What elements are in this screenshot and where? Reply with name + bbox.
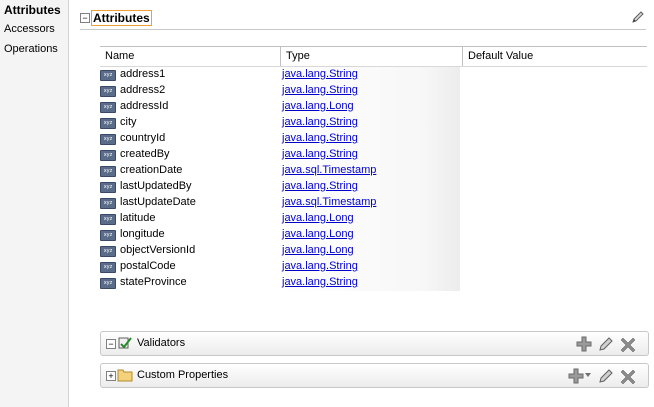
validators-title: Validators [137,337,186,349]
table-row[interactable]: xyz address2 java.lang.String [100,83,460,99]
validators-panel: − Validators [100,331,649,356]
validator-icon [118,337,132,349]
attribute-name[interactable]: lastUpdatedBy [120,180,192,192]
table-row[interactable]: xyz lastUpdatedBy java.lang.String [100,179,460,195]
attribute-icon: xyz [100,230,116,241]
pencil-icon[interactable] [597,367,615,385]
attribute-name[interactable]: city [120,116,137,128]
attribute-name[interactable]: lastUpdateDate [120,196,196,208]
attribute-icon: xyz [100,150,116,161]
attribute-type-link[interactable]: java.lang.String [282,132,358,144]
folder-icon [117,369,133,382]
attribute-type-link[interactable]: java.lang.Long [282,212,354,224]
section-divider [80,29,646,30]
attribute-icon: xyz [100,134,116,145]
attribute-icon: xyz [100,214,116,225]
pencil-icon[interactable] [597,335,615,353]
sidebar-item-accessors[interactable]: Accessors [4,23,55,35]
column-header-name[interactable]: Name [105,50,134,62]
table-row[interactable]: xyz creationDate java.sql.Timestamp [100,163,460,179]
attribute-type-link[interactable]: java.lang.Long [282,100,354,112]
collapse-toggle[interactable]: − [80,13,90,23]
attribute-type-link[interactable]: java.lang.String [282,180,358,192]
table-row[interactable]: xyz lastUpdateDate java.sql.Timestamp [100,195,460,211]
table-row[interactable]: xyz postalCode java.lang.String [100,259,460,275]
column-header-type[interactable]: Type [286,50,310,62]
attribute-icon: xyz [100,246,116,257]
table-row[interactable]: xyz countryId java.lang.String [100,131,460,147]
table-row[interactable]: xyz objectVersionId java.lang.Long [100,243,460,259]
attribute-name[interactable]: countryId [120,132,165,144]
attribute-type-link[interactable]: java.lang.Long [282,228,354,240]
table-row[interactable]: xyz createdBy java.lang.String [100,147,460,163]
attribute-icon: xyz [100,102,116,113]
attribute-icon: xyz [100,278,116,289]
attribute-icon: xyz [100,166,116,177]
table-row[interactable]: xyz latitude java.lang.Long [100,211,460,227]
attribute-name[interactable]: addressId [120,100,168,112]
attribute-name[interactable]: stateProvince [120,276,187,288]
column-separator[interactable] [280,47,281,66]
custom-properties-title: Custom Properties [137,369,229,381]
custom-properties-toggle[interactable]: + [106,371,116,381]
attribute-type-link[interactable]: java.lang.String [282,276,358,288]
attribute-type-link[interactable]: java.sql.Timestamp [282,164,376,176]
attribute-name[interactable]: address1 [120,68,165,80]
sidebar-item-operations[interactable]: Operations [4,43,58,55]
attribute-type-link[interactable]: java.lang.String [282,68,358,80]
attribute-type-link[interactable]: java.lang.String [282,84,358,96]
table-row[interactable]: xyz addressId java.lang.Long [100,99,460,115]
attribute-type-link[interactable]: java.lang.String [282,148,358,160]
column-header-default-value[interactable]: Default Value [468,50,533,62]
attribute-name[interactable]: objectVersionId [120,244,195,256]
chevron-down-icon[interactable] [585,373,591,378]
validators-toggle[interactable]: − [106,339,116,349]
attribute-icon: xyz [100,262,116,273]
table-row[interactable]: xyz address1 java.lang.String [100,67,460,83]
attribute-type-link[interactable]: java.lang.String [282,260,358,272]
sidebar: Attributes Accessors Operations [0,0,69,407]
delete-icon[interactable] [619,367,637,385]
attribute-name[interactable]: creationDate [120,164,182,176]
attribute-icon: xyz [100,118,116,129]
attribute-name[interactable]: longitude [120,228,165,240]
attribute-type-link[interactable]: java.lang.String [282,116,358,128]
section-title: Attributes [91,10,152,26]
table-header: Name Type Default Value [100,46,647,67]
attribute-name[interactable]: createdBy [120,148,170,160]
attribute-type-link[interactable]: java.lang.Long [282,244,354,256]
pencil-icon[interactable] [630,9,646,25]
custom-properties-panel: + Custom Properties [100,363,649,388]
sidebar-item-attributes[interactable]: Attributes [4,3,61,17]
attribute-name[interactable]: address2 [120,84,165,96]
attribute-name[interactable]: postalCode [120,260,176,272]
column-separator[interactable] [462,47,463,66]
add-icon[interactable] [567,367,585,385]
table-row[interactable]: xyz city java.lang.String [100,115,460,131]
attribute-icon: xyz [100,198,116,209]
attribute-type-link[interactable]: java.sql.Timestamp [282,196,376,208]
attribute-name[interactable]: latitude [120,212,155,224]
attribute-icon: xyz [100,86,116,97]
add-icon[interactable] [575,335,593,353]
table-row[interactable]: xyz longitude java.lang.Long [100,227,460,243]
table-row[interactable]: xyz stateProvince java.lang.String [100,275,460,291]
attribute-icon: xyz [100,182,116,193]
delete-icon[interactable] [619,335,637,353]
attribute-icon: xyz [100,70,116,81]
